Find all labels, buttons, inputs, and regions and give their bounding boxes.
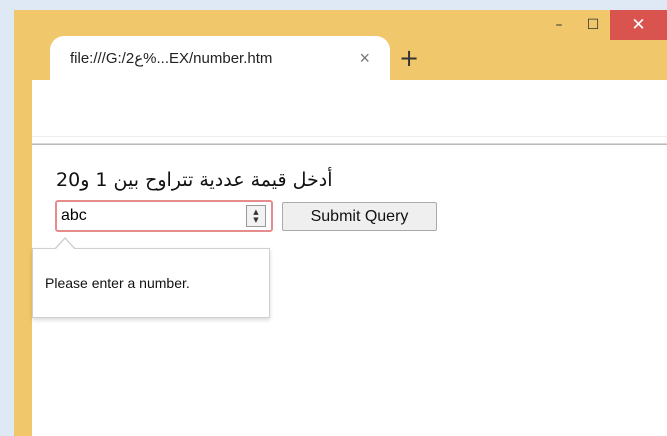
number-label: أدخل قيمة عددية تتراوح بين 1 و20: [56, 169, 333, 191]
browser-toolbar: [32, 80, 667, 144]
spinner-up-icon[interactable]: ▲: [253, 208, 258, 216]
number-input[interactable]: [57, 206, 246, 226]
spinner-down-icon[interactable]: ▼: [253, 216, 258, 224]
toolbar-divider: [32, 136, 667, 137]
validation-tooltip: Please enter a number.: [32, 248, 270, 318]
spinner-icon[interactable]: ▲ ▼: [246, 205, 266, 227]
maximize-icon[interactable]: ☐: [576, 10, 610, 40]
page-content: أدخل قيمة عددية تتراوح بين 1 و20 ▲ ▼ Sub…: [32, 144, 667, 436]
browser-window: – ☐ ✕ file:///G:/2ع%...EX/number.htm × +…: [14, 10, 667, 436]
submit-query-button[interactable]: Submit Query: [282, 202, 437, 231]
minimize-icon[interactable]: –: [542, 10, 576, 40]
window-controls: – ☐ ✕: [542, 10, 667, 40]
browser-tab[interactable]: file:///G:/2ع%...EX/number.htm ×: [50, 36, 390, 80]
tooltip-arrow-inner: [55, 239, 75, 250]
number-input-wrapper[interactable]: ▲ ▼: [55, 200, 273, 232]
close-window-icon[interactable]: ✕: [610, 10, 667, 40]
tab-close-icon[interactable]: ×: [359, 48, 370, 69]
tab-title: file:///G:/2ع%...EX/number.htm: [70, 50, 273, 67]
new-tab-icon[interactable]: +: [394, 46, 424, 72]
validation-message: Please enter a number.: [45, 275, 190, 291]
